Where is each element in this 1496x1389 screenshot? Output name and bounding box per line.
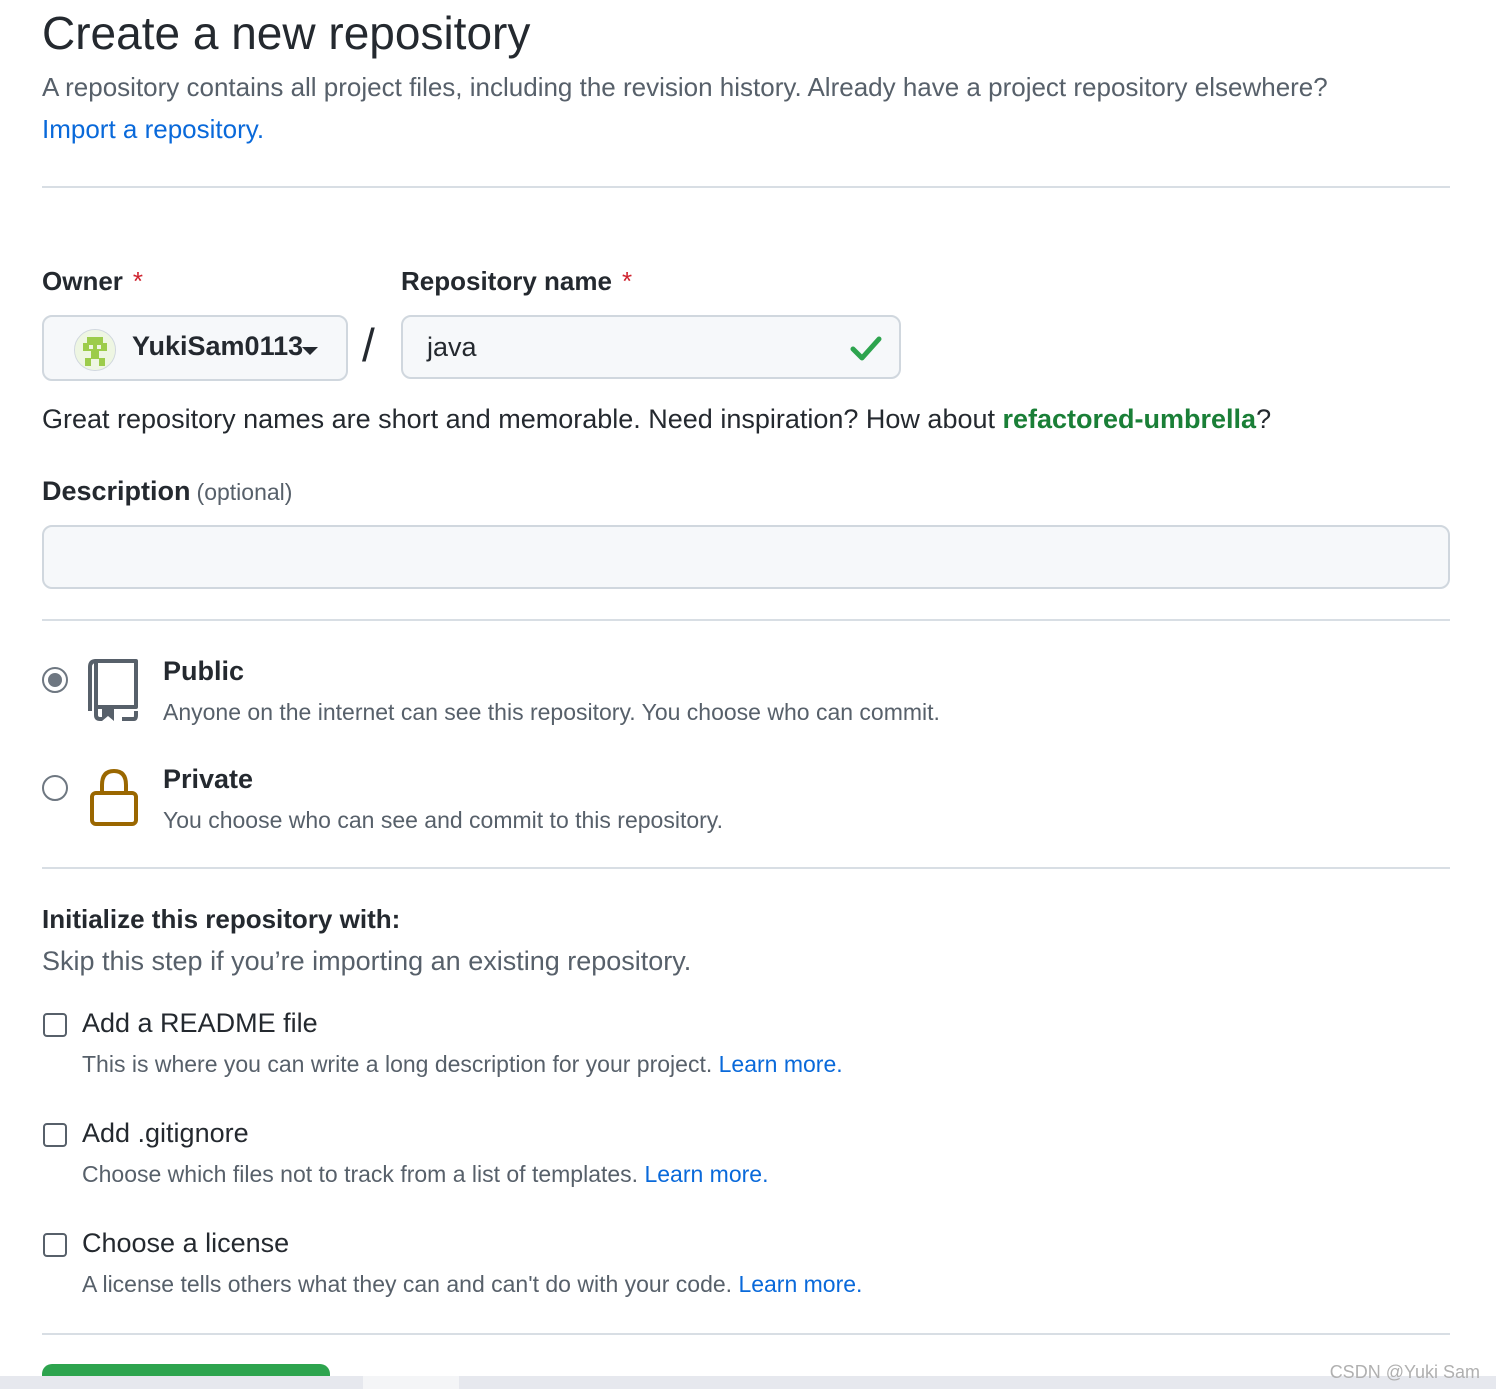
check-icon (849, 331, 883, 365)
new-repo-page: Create a new repository A repository con… (0, 0, 1496, 1389)
visibility-divider (42, 867, 1450, 869)
caret-down-icon (302, 347, 318, 355)
readme-checkbox[interactable] (43, 1013, 67, 1037)
repository-name-value[interactable]: java (427, 332, 477, 363)
identicon-avatar (74, 329, 116, 371)
private-radio[interactable] (42, 775, 68, 801)
hint-text: Great repository names are short and mem… (42, 404, 1003, 434)
init-divider (42, 1333, 1450, 1335)
repo-name-label: Repository name * (401, 266, 632, 297)
initialize-subtitle: Skip this step if you’re importing an ex… (42, 946, 692, 976)
bottom-scroll-strip (0, 1376, 1496, 1389)
license-description-text: A license tells others what they can and… (82, 1271, 733, 1297)
public-title: Public (163, 656, 245, 686)
repository-name-input[interactable]: java (401, 315, 901, 379)
bottom-strip-segment (363, 1376, 459, 1389)
import-repository-link[interactable]: Import a repository. (42, 114, 264, 145)
owner-required-mark: * (132, 266, 144, 296)
gitignore-title[interactable]: Add .gitignore (82, 1118, 249, 1149)
description-input[interactable] (42, 525, 1450, 589)
public-radio[interactable] (42, 667, 68, 693)
hint-suffix: ? (1256, 404, 1272, 434)
owner-label-text: Owner (42, 266, 123, 296)
license-learn-more-link[interactable]: Learn more. (738, 1271, 862, 1297)
gitignore-description-text: Choose which files not to track from a l… (82, 1161, 639, 1187)
watermark: CSDN @Yuki Sam (1329, 1362, 1480, 1382)
lock-icon (88, 767, 140, 829)
owner-dropdown-button[interactable]: YukiSam0113 (42, 315, 348, 381)
repo-name-required-mark: * (621, 266, 633, 296)
owner-label: Owner * (42, 266, 143, 297)
gitignore-learn-more-link[interactable]: Learn more. (644, 1161, 768, 1187)
owner-repo-separator: / (362, 319, 375, 371)
description-divider (42, 619, 1450, 621)
readme-description-text: This is where you can write a long descr… (82, 1051, 713, 1077)
repo-name-label-text: Repository name (401, 266, 612, 296)
repo-icon (88, 657, 140, 723)
private-title: Private (163, 764, 254, 794)
suggested-name-link[interactable]: refactored-umbrella (1003, 404, 1257, 434)
repo-name-hint: Great repository names are short and mem… (42, 404, 1271, 435)
description-label: Description (optional) (42, 476, 292, 507)
description-optional: (optional) (196, 479, 293, 505)
license-checkbox[interactable] (43, 1233, 67, 1257)
readme-learn-more-link[interactable]: Learn more. (719, 1051, 843, 1077)
public-description: Anyone on the internet can see this repo… (163, 699, 940, 725)
readme-title[interactable]: Add a README file (82, 1008, 318, 1039)
gitignore-checkbox[interactable] (43, 1123, 67, 1147)
page-subtitle: A repository contains all project files,… (42, 72, 1328, 102)
owner-name: YukiSam0113 (132, 331, 304, 361)
page-title: Create a new repository (42, 7, 531, 59)
license-description: A license tells others what they can and… (82, 1271, 862, 1298)
initialize-title: Initialize this repository with: (42, 904, 401, 934)
gitignore-description: Choose which files not to track from a l… (82, 1161, 768, 1188)
description-label-text: Description (42, 476, 191, 506)
header-divider (42, 186, 1450, 188)
private-description: You choose who can see and commit to thi… (163, 807, 723, 833)
readme-description: This is where you can write a long descr… (82, 1051, 843, 1078)
license-title[interactable]: Choose a license (82, 1228, 289, 1259)
